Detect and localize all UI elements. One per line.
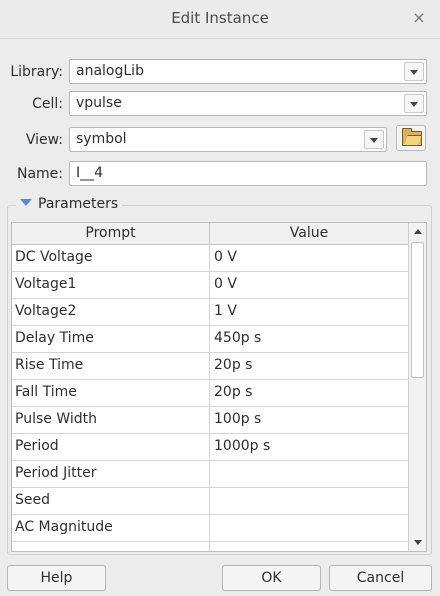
prompt-cell: Period Jitter — [15, 465, 97, 481]
value-cell[interactable]: 1000p s — [214, 438, 270, 454]
view-label: View: — [25, 132, 63, 148]
view-combobox[interactable]: symbol — [69, 127, 387, 152]
vertical-scrollbar[interactable] — [408, 223, 426, 551]
table-row[interactable]: AC Magnitude — [12, 515, 408, 542]
folder-open-icon — [402, 128, 422, 146]
prompt-cell: AC Magnitude — [15, 519, 113, 535]
value-cell[interactable]: 1 V — [214, 303, 237, 319]
scrollbar-thumb[interactable] — [411, 242, 424, 378]
column-header-prompt[interactable]: Prompt — [12, 225, 209, 241]
browse-button[interactable] — [396, 125, 426, 151]
triangle-down-icon[interactable] — [20, 199, 32, 206]
dialog-title: Edit Instance — [171, 9, 269, 27]
table-row[interactable]: DC Voltage 0 V — [12, 245, 408, 272]
value-cell[interactable]: 20p s — [214, 357, 252, 373]
prompt-cell: Rise Time — [15, 357, 84, 373]
table-row[interactable]: Period 1000p s — [12, 434, 408, 461]
prompt-cell: Period — [15, 438, 59, 454]
prompt-cell: Seed — [15, 492, 50, 508]
parameters-table: Prompt Value DC Voltage 0 V Voltage1 0 V V… — [11, 222, 427, 552]
prompt-cell: DC Voltage — [15, 249, 93, 265]
prompt-cell: Voltage1 — [15, 276, 77, 292]
table-row[interactable]: Voltage1 0 V — [12, 272, 408, 299]
table-header: Prompt Value — [12, 223, 408, 245]
cell-combobox[interactable]: vpulse — [69, 91, 427, 116]
library-combobox[interactable]: analogLib — [69, 59, 427, 84]
cancel-button[interactable]: Cancel — [329, 565, 432, 591]
table-row[interactable]: Rise Time 20p s — [12, 353, 408, 380]
prompt-cell: Voltage2 — [15, 303, 77, 319]
table-row[interactable]: Period Jitter — [12, 461, 408, 488]
scroll-up-icon[interactable] — [409, 225, 426, 239]
scroll-down-icon[interactable] — [409, 535, 426, 549]
chevron-down-icon[interactable] — [404, 94, 424, 113]
value-cell[interactable]: 0 V — [214, 249, 237, 265]
library-label: Library: — [10, 64, 63, 80]
name-value: I__4 — [76, 165, 104, 181]
chevron-down-icon[interactable] — [364, 130, 384, 149]
name-input[interactable]: I__4 — [69, 161, 427, 186]
library-value: analogLib — [76, 63, 144, 79]
value-cell[interactable]: 100p s — [214, 411, 261, 427]
close-icon[interactable]: × — [410, 9, 428, 27]
table-row[interactable] — [12, 542, 408, 551]
value-cell[interactable]: 20p s — [214, 384, 252, 400]
table-row[interactable]: Voltage2 1 V — [12, 299, 408, 326]
table-row[interactable]: Pulse Width 100p s — [12, 407, 408, 434]
help-button[interactable]: Help — [7, 565, 106, 591]
cell-value: vpulse — [76, 95, 122, 111]
table-row[interactable]: Seed — [12, 488, 408, 515]
table-body: DC Voltage 0 V Voltage1 0 V Voltage2 1 V De… — [12, 245, 408, 551]
table-row[interactable]: Fall Time 20p s — [12, 380, 408, 407]
value-cell[interactable]: 450p s — [214, 330, 261, 346]
prompt-cell: Pulse Width — [15, 411, 97, 427]
value-cell[interactable]: 0 V — [214, 276, 237, 292]
cell-label: Cell: — [32, 96, 63, 112]
table-row[interactable]: Delay Time 450p s — [12, 326, 408, 353]
title-bar: Edit Instance × — [0, 0, 440, 39]
prompt-cell: Fall Time — [15, 384, 77, 400]
view-value: symbol — [76, 131, 127, 147]
chevron-down-icon[interactable] — [404, 62, 424, 81]
parameters-toggle[interactable]: Parameters — [16, 196, 123, 212]
parameters-title: Parameters — [38, 196, 119, 212]
column-header-value[interactable]: Value — [210, 225, 408, 241]
ok-button[interactable]: OK — [222, 565, 321, 591]
name-label: Name: — [16, 166, 63, 182]
prompt-cell: Delay Time — [15, 330, 94, 346]
